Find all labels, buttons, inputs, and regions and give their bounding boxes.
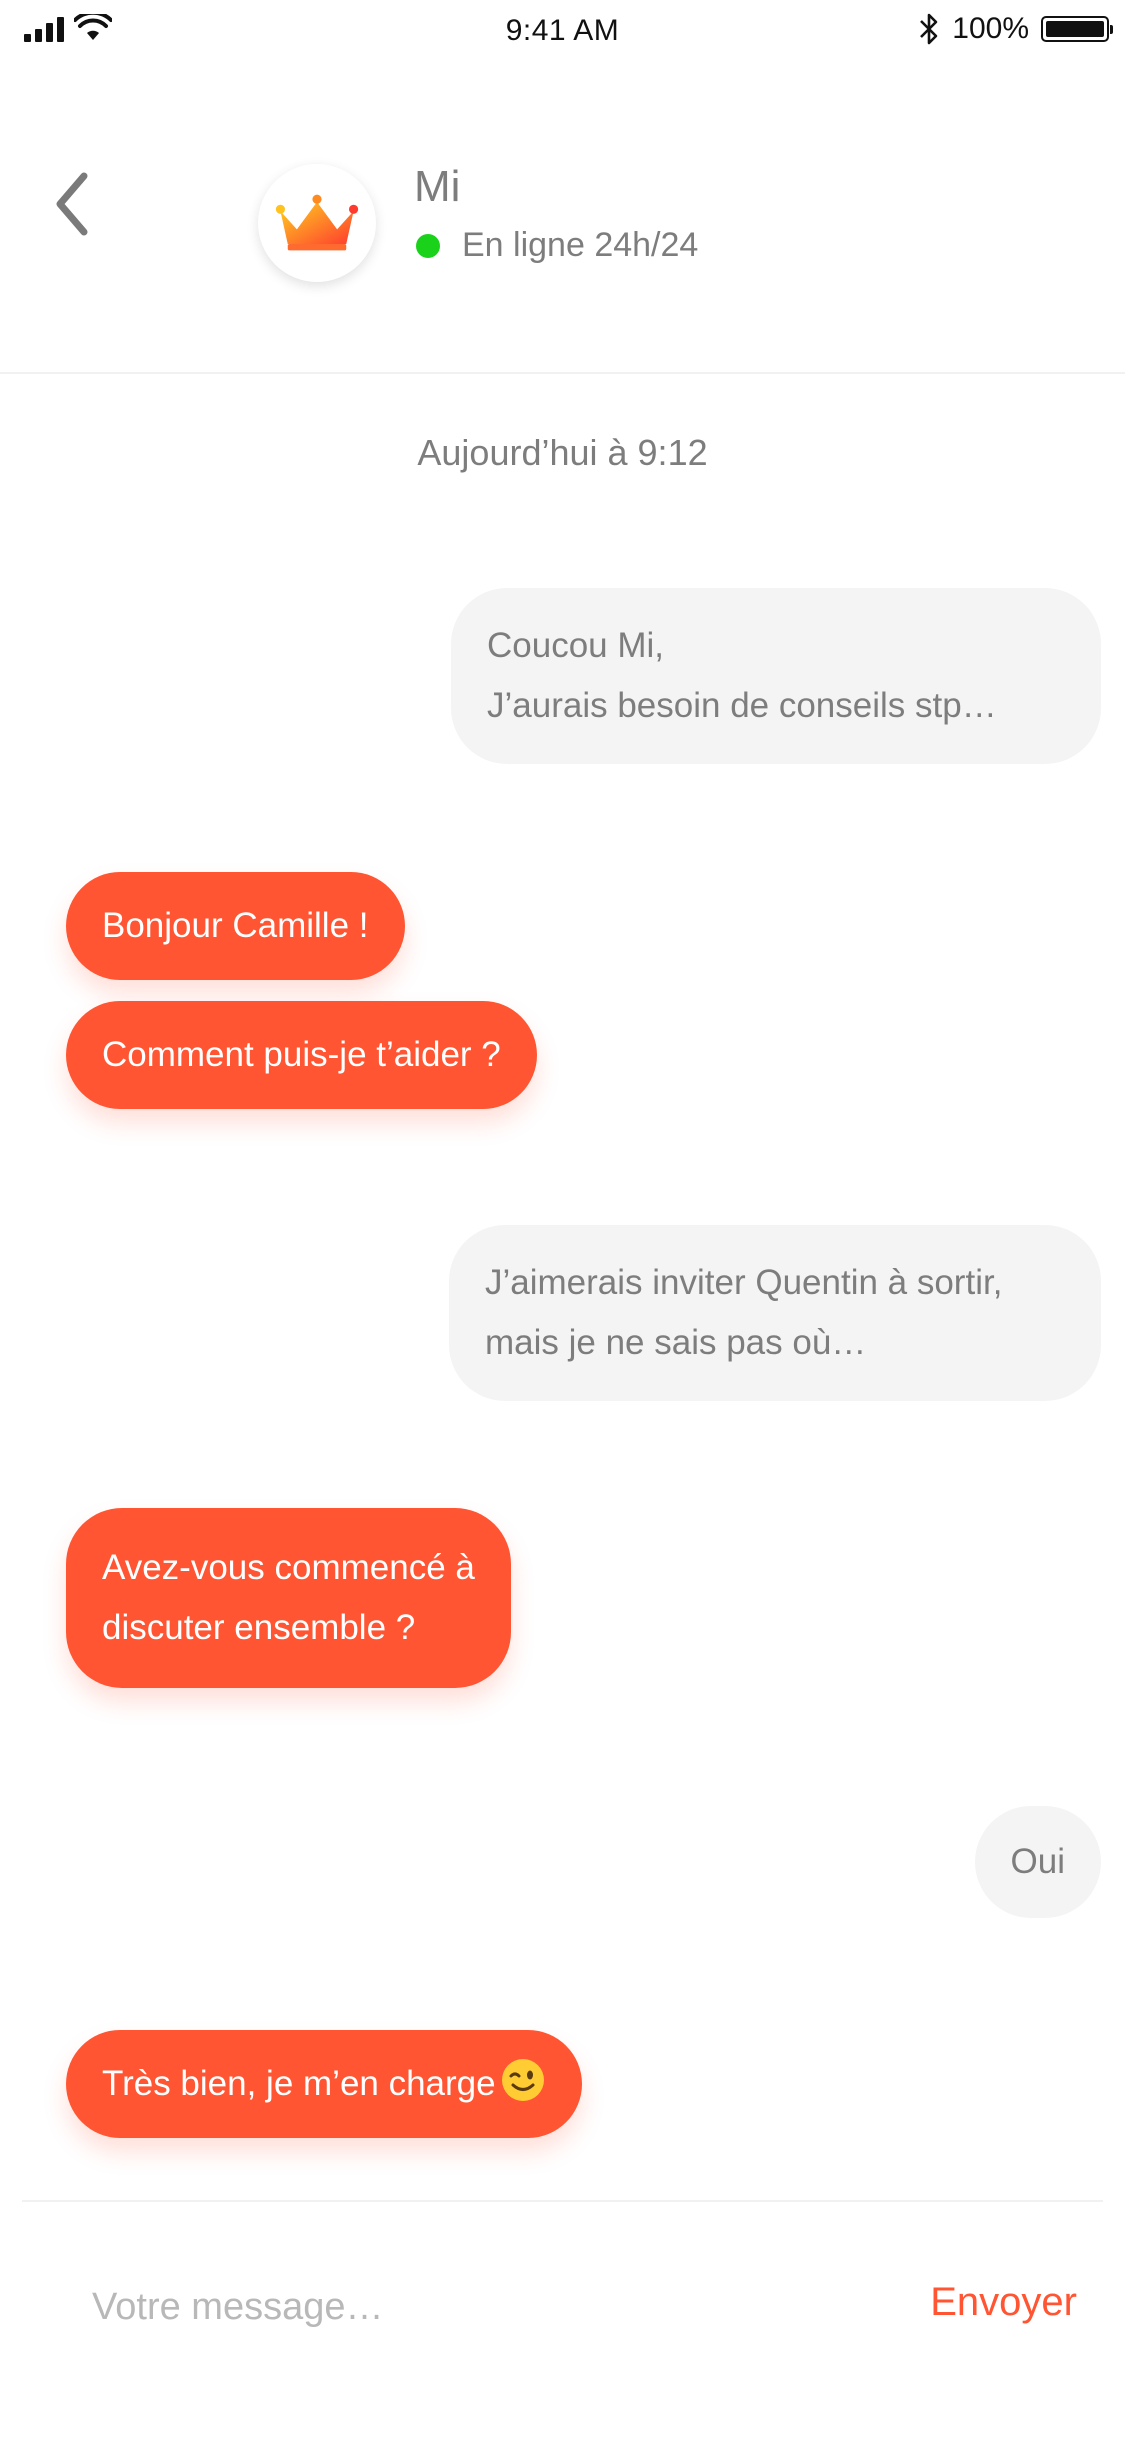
chevron-left-icon xyxy=(56,172,88,236)
message-line: discuter ensemble ? xyxy=(102,1608,416,1647)
date-separator: Aujourd’hui à 9:12 xyxy=(417,432,708,473)
online-status-dot xyxy=(416,233,440,258)
message-bubble-user: Oui xyxy=(974,1806,1101,1918)
message-line: Coucou Mi, xyxy=(487,626,665,665)
message-line: mais je ne sais pas où… xyxy=(485,1323,867,1362)
battery-percentage: 100% xyxy=(952,12,1029,45)
message-line: Avez-vous commencé à xyxy=(102,1548,475,1587)
battery-level xyxy=(1046,21,1104,37)
send-button[interactable]: Envoyer xyxy=(930,2280,1077,2325)
message-bubble-bot: Comment puis-je t’aider ? xyxy=(66,1001,537,1109)
bluetooth-icon xyxy=(920,13,938,45)
winking-face-emoji xyxy=(501,2059,544,2101)
message-line: Comment puis-je t’aider ? xyxy=(102,1035,501,1074)
message-text: Très bien, je m’en charge xyxy=(102,2064,496,2103)
message-bubble-bot: Avez-vous commencé à discuter ensemble ? xyxy=(66,1508,511,1688)
back-button[interactable] xyxy=(50,164,110,244)
avatar[interactable] xyxy=(258,164,376,282)
crown-icon xyxy=(275,194,359,251)
status-bar: 9:41 AM 100% xyxy=(0,0,1125,64)
chat-header: Mi En ligne 24h/24 xyxy=(0,64,1125,374)
presence-status: En ligne 24h/24 xyxy=(414,226,698,265)
message-input[interactable] xyxy=(92,2272,792,2342)
message-composer: Envoyer xyxy=(22,2200,1103,2438)
presence-text: En ligne 24h/24 xyxy=(462,226,699,264)
message-bubble-bot: Très bien, je m’en charge xyxy=(66,2030,582,2138)
message-bubble-bot: Bonjour Camille ! xyxy=(66,872,405,980)
message-line: J’aurais besoin de conseils stp… xyxy=(487,686,997,725)
message-bubble-user: Coucou Mi, J’aurais besoin de conseils s… xyxy=(451,588,1101,764)
contact-name: Mi xyxy=(414,162,461,211)
status-right: 100% xyxy=(918,12,1113,46)
message-line: Oui xyxy=(1010,1842,1065,1881)
battery-icon xyxy=(1041,16,1113,42)
message-line: J’aimerais inviter Quentin à sortir, xyxy=(485,1263,1003,1302)
message-bubble-user: J’aimerais inviter Quentin à sortir, mai… xyxy=(449,1225,1101,1401)
message-line: Très bien, je m’en charge xyxy=(102,2054,546,2114)
message-line: Bonjour Camille ! xyxy=(102,906,369,945)
